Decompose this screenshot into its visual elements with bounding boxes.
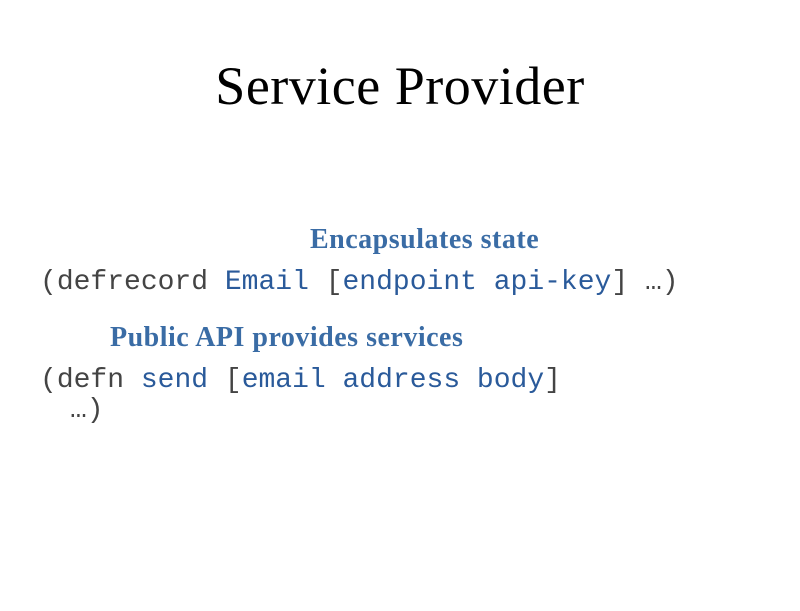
fn-name: send <box>141 365 208 396</box>
paren-open: ( <box>40 365 57 396</box>
record-name: Email <box>225 267 309 298</box>
space <box>309 267 326 298</box>
record-params: endpoint api-key <box>343 267 612 298</box>
bracket-open: [ <box>225 365 242 396</box>
paren-open: ( <box>40 267 57 298</box>
keyword-defn: defn <box>57 365 124 396</box>
bracket-close: ] <box>544 365 561 396</box>
keyword-defrecord: defrecord <box>57 267 208 298</box>
rest: …) <box>628 267 678 298</box>
space <box>208 365 225 396</box>
annotation-encapsulates: Encapsulates state <box>310 224 539 256</box>
rest: …) <box>70 395 104 426</box>
slide-title: Service Provider <box>0 55 800 117</box>
code-defrecord: (defrecord Email [endpoint api-key] …) <box>40 267 679 298</box>
bracket-close: ] <box>611 267 628 298</box>
bracket-open: [ <box>326 267 343 298</box>
annotation-public-api: Public API provides services <box>110 322 463 354</box>
code-defn-continuation: …) <box>70 395 104 426</box>
space <box>208 267 225 298</box>
space <box>124 365 141 396</box>
fn-params: email address body <box>242 365 544 396</box>
code-defn: (defn send [email address body] <box>40 365 561 396</box>
